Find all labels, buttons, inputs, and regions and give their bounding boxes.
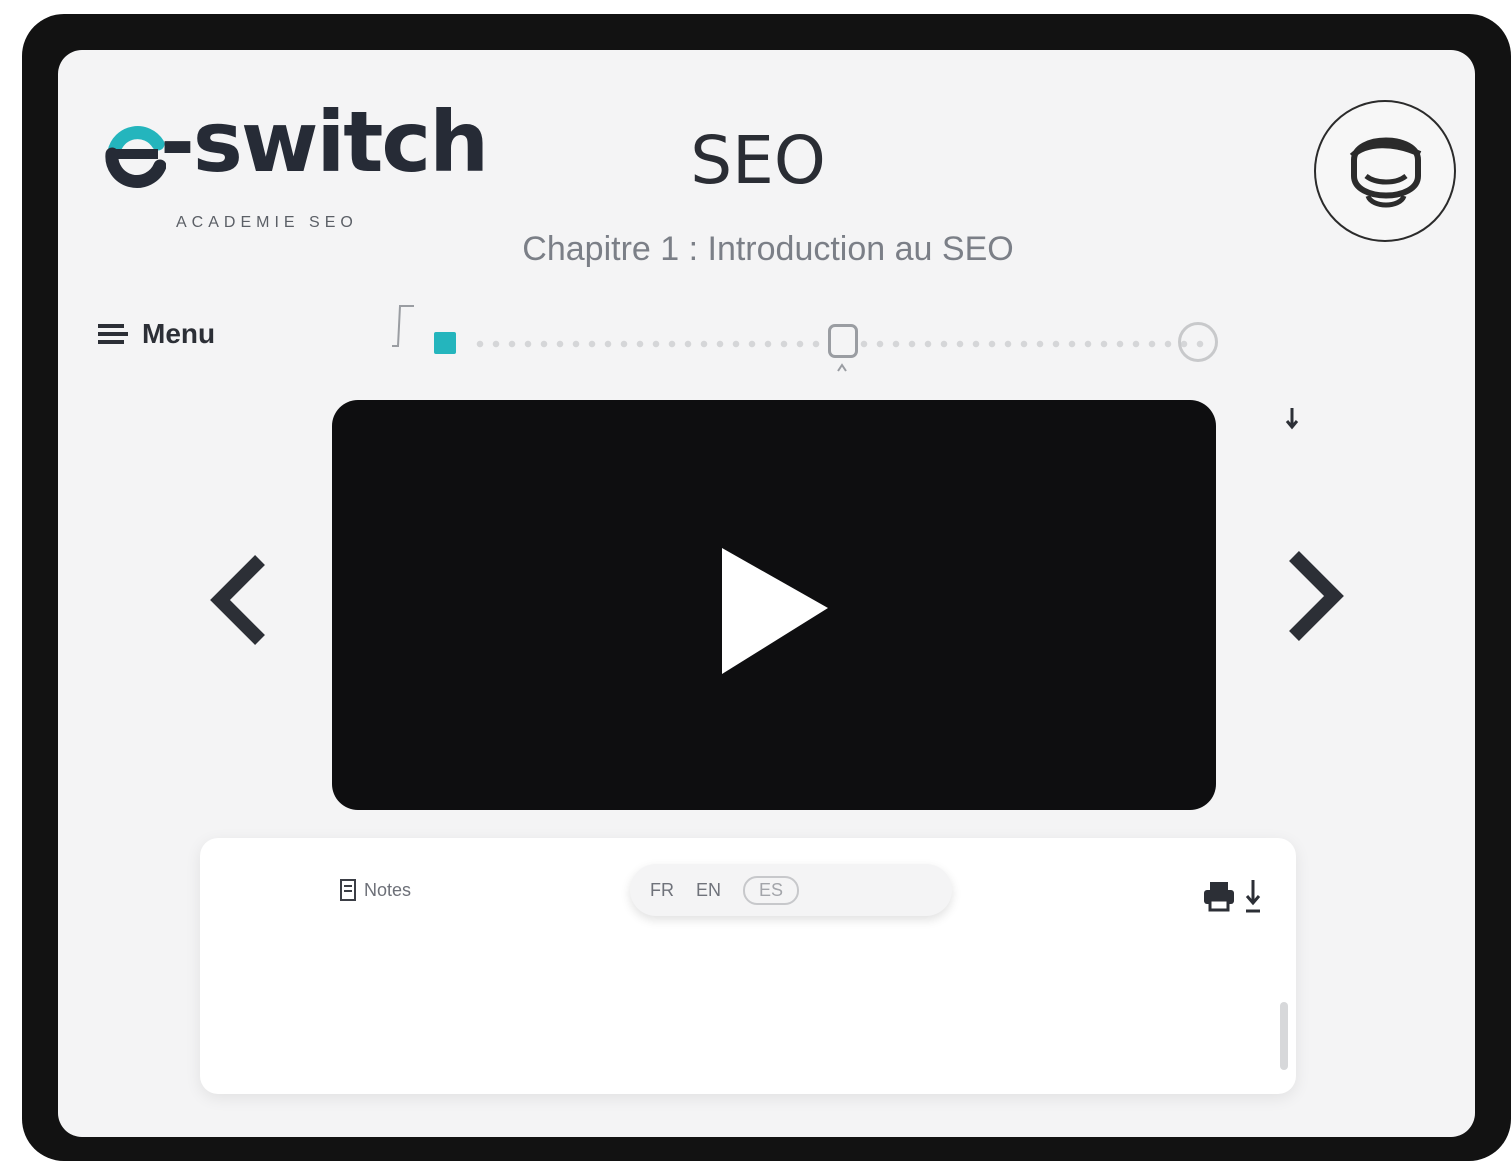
app-screen: -switch ACADEMIE SEO SEO Chapitre 1 : In… [58, 50, 1475, 1137]
progress-end-icon [1178, 322, 1218, 362]
progress-handle[interactable] [828, 324, 858, 358]
menu-button[interactable]: Menu [98, 312, 215, 356]
lang-option-es[interactable]: ES [743, 875, 800, 905]
download-icon[interactable] [1244, 878, 1262, 914]
print-icon[interactable] [1202, 880, 1236, 912]
device-frame: -switch ACADEMIE SEO SEO Chapitre 1 : In… [22, 14, 1511, 1161]
language-toggle[interactable]: FR EN ES [630, 864, 952, 916]
notes-tab[interactable]: Notes [340, 878, 411, 902]
logo-e-mark [105, 126, 166, 188]
notes-panel: Notes FR EN ES [200, 838, 1296, 1094]
notes-tab-label: Notes [364, 879, 412, 900]
brand-name: -switch [160, 93, 489, 191]
lang-option-fr[interactable]: FR [650, 880, 674, 901]
page-title: SEO [690, 122, 826, 199]
avatar-icon [1349, 137, 1422, 208]
brand-logo[interactable]: -switch ACADEMIE SEO [104, 100, 489, 232]
notes-scrollbar[interactable] [1280, 1002, 1288, 1070]
progress-start-icon [392, 305, 414, 347]
download-icon[interactable] [1284, 406, 1300, 434]
caret-up-icon [837, 363, 847, 372]
video-player[interactable] [332, 400, 1216, 810]
avatar[interactable] [1314, 100, 1456, 242]
lang-option-en[interactable]: EN [696, 880, 721, 901]
progress-fill [434, 332, 456, 354]
play-icon[interactable] [718, 546, 830, 676]
notes-icon [340, 879, 356, 901]
chapter-title: Chapitre 1 : Introduction au SEO [522, 230, 1014, 268]
hamburger-icon [98, 324, 128, 344]
course-progress[interactable] [388, 300, 1238, 380]
brand-tagline: ACADEMIE SEO [176, 214, 358, 231]
menu-label: Menu [142, 318, 216, 349]
chevron-right-icon[interactable] [1278, 546, 1348, 646]
chevron-left-icon[interactable] [206, 550, 276, 650]
